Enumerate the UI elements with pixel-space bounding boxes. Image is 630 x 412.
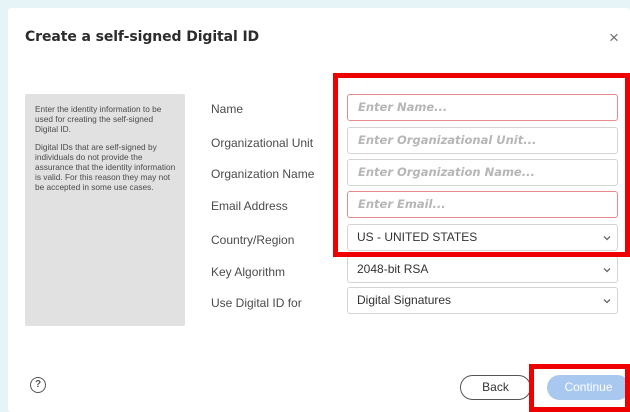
key-algorithm-value: 2048-bit RSA xyxy=(357,262,429,276)
continue-button[interactable]: Continue xyxy=(547,375,630,400)
key-algorithm-select[interactable]: 2048-bit RSA xyxy=(347,256,618,283)
name-label: Name xyxy=(211,102,244,116)
country-select[interactable]: US - UNITED STATES xyxy=(347,224,618,251)
country-label: Country/Region xyxy=(211,233,295,247)
country-value: US - UNITED STATES xyxy=(357,230,478,244)
org-name-field[interactable]: Enter Organization Name... xyxy=(347,159,618,186)
create-digital-id-dialog: Create a self-signed Digital ID × Enter … xyxy=(8,8,630,412)
email-field[interactable]: Enter Email... xyxy=(347,191,618,218)
chevron-down-icon xyxy=(603,299,611,304)
info-text-warning: Digital IDs that are self-signed by indi… xyxy=(35,142,176,192)
org-unit-field[interactable]: Enter Organizational Unit... xyxy=(347,127,618,154)
help-icon[interactable]: ? xyxy=(30,377,46,393)
use-for-label: Use Digital ID for xyxy=(211,296,302,310)
use-for-value: Digital Signatures xyxy=(357,293,452,307)
chevron-down-icon xyxy=(603,236,611,241)
email-label: Email Address xyxy=(211,199,288,213)
info-text-intro: Enter the identity information to be use… xyxy=(35,104,162,134)
info-panel: Enter the identity information to be use… xyxy=(25,94,185,326)
dialog-title: Create a self-signed Digital ID xyxy=(25,29,260,45)
key-algorithm-label: Key Algorithm xyxy=(211,265,286,279)
use-for-select[interactable]: Digital Signatures xyxy=(347,287,618,314)
close-icon[interactable]: × xyxy=(609,28,619,48)
org-name-label: Organization Name xyxy=(211,167,315,181)
chevron-down-icon xyxy=(603,268,611,273)
name-field[interactable]: Enter Name... xyxy=(347,94,618,121)
back-button[interactable]: Back xyxy=(460,375,531,400)
org-unit-label: Organizational Unit xyxy=(211,136,314,150)
